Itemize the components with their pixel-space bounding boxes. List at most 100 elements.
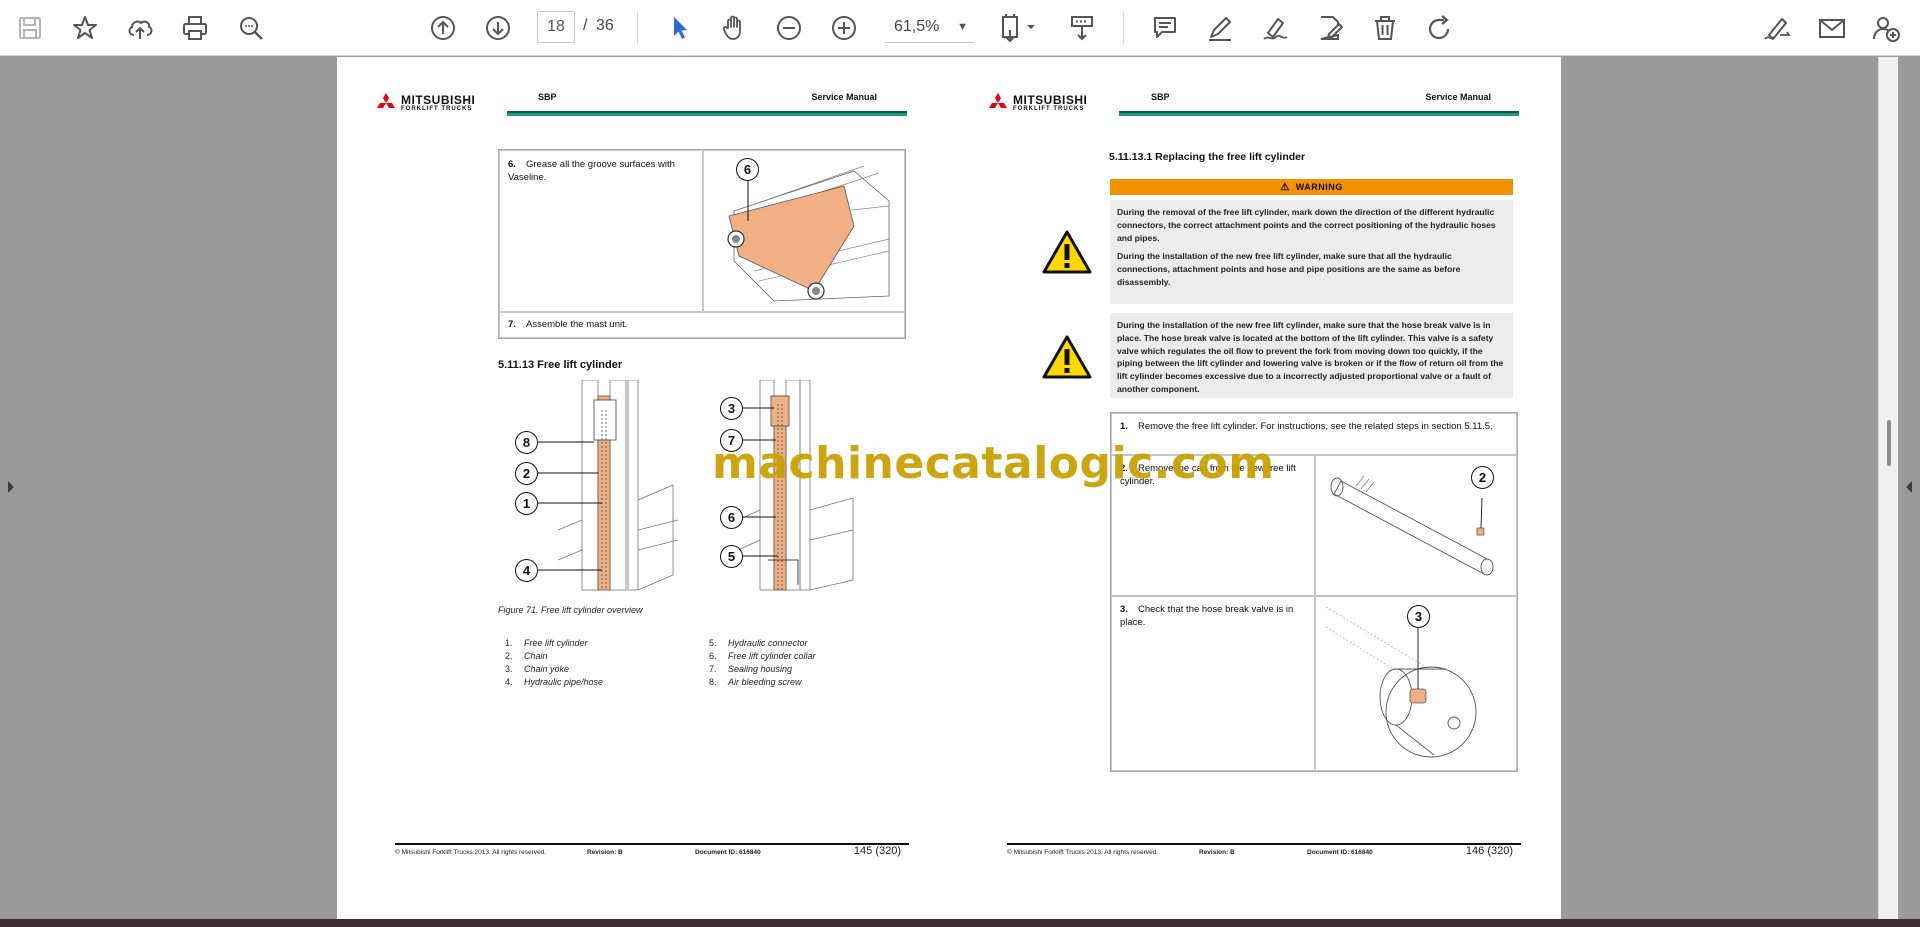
legend-item: 2. Chain xyxy=(505,651,548,661)
step-6: 6. Grease all the groove surfaces with Va… xyxy=(508,159,675,183)
step-3-figure-cell: 3 xyxy=(1315,596,1517,771)
figure-caption: Figure 71. Free lift cylinder overview xyxy=(498,605,643,615)
toolbar-divider xyxy=(1123,12,1124,44)
zoom-out-icon[interactable] xyxy=(769,8,809,48)
document-viewport[interactable]: MITSUBISHI FORKLIFT TRUCKS SBP Service M… xyxy=(0,57,1920,919)
step-2-figure-cell: 2 xyxy=(1315,455,1517,596)
zoom-in-icon[interactable] xyxy=(824,8,864,48)
figure-callout: 3 xyxy=(1407,605,1430,628)
mast-groove-figure xyxy=(727,165,890,302)
footer-rule xyxy=(1007,843,1521,845)
footer-revision: Revision: B xyxy=(1199,849,1235,856)
page-separator: / xyxy=(583,17,588,34)
page-number-input[interactable] xyxy=(537,11,575,43)
step-7: 7. Assemble the mast unit. xyxy=(508,319,628,330)
vertical-scrollbar[interactable] xyxy=(1878,57,1898,919)
footer-document-id: Document ID: 616840 xyxy=(1307,849,1373,856)
zoom-search-icon[interactable] xyxy=(231,8,271,48)
header-rule xyxy=(507,111,907,116)
step-table: 6. Grease all the groove surfaces with Va… xyxy=(498,149,906,339)
figure-callout: 6 xyxy=(736,158,759,181)
footer-copyright: © Mitsubishi Forklift Trucks 2013. All r… xyxy=(395,849,547,856)
footer-rule xyxy=(395,843,909,845)
legend-item: 3. Chain yoke xyxy=(505,664,570,674)
header-model: SBP xyxy=(1151,92,1170,102)
page-down-icon[interactable] xyxy=(478,8,518,48)
section-heading: 5.11.13.1 Replacing the free lift cylind… xyxy=(1109,151,1306,163)
step-3-text-cell: 3. Check that the hose break valve is in … xyxy=(1111,596,1315,771)
toolbar-divider xyxy=(637,12,638,44)
page-total: 36 xyxy=(596,17,614,34)
footer-page-number: 145 (320) xyxy=(853,845,901,857)
warning-text: During the installation of the new free … xyxy=(1117,320,1504,394)
header-rule xyxy=(1119,111,1519,116)
legend-item: 7. Sealing housing xyxy=(709,664,793,674)
zoom-value: 61,5% xyxy=(894,17,940,35)
add-user-icon[interactable] xyxy=(1866,8,1906,48)
draw-pen-icon[interactable] xyxy=(1255,8,1295,48)
legend-item: 5. Hydraulic connector xyxy=(709,638,808,648)
mitsubishi-logo: MITSUBISHI FORKLIFT TRUCKS xyxy=(375,93,475,113)
logo-main-text: MITSUBISHI xyxy=(401,93,476,107)
taskbar-strip xyxy=(0,919,1920,927)
legend-item: 4. Hydraulic pipe/hose xyxy=(505,677,604,687)
save-icon[interactable] xyxy=(10,8,50,48)
highlight-pen-icon[interactable] xyxy=(1200,8,1240,48)
step-6-text-cell: 6. Grease all the groove surfaces with Va… xyxy=(499,150,703,312)
scroll-mode-icon[interactable] xyxy=(1062,8,1102,48)
figure-callout: 6 xyxy=(720,506,743,529)
step-1: 1. Remove the free lift cylinder. For ins… xyxy=(1120,421,1493,432)
warning-banner: ⚠ WARNING xyxy=(1110,179,1513,195)
legend-item: 8. Air bleeding screw xyxy=(709,677,802,687)
figure-callout: 8 xyxy=(515,431,538,454)
logo-sub-text: FORKLIFT TRUCKS xyxy=(401,106,473,112)
header-title: Service Manual xyxy=(811,92,877,102)
footer-page-number: 146 (320) xyxy=(1465,845,1513,857)
edit-page-icon[interactable] xyxy=(1310,8,1350,48)
step-7-cell: 7. Assemble the mast unit. xyxy=(499,312,905,338)
footer-document-id: Document ID: 616840 xyxy=(695,849,761,856)
logo-sub-text: FORKLIFT TRUCKS xyxy=(1013,106,1085,112)
mail-icon[interactable] xyxy=(1812,8,1852,48)
comment-icon[interactable] xyxy=(1145,8,1185,48)
expand-right-panel-icon[interactable] xyxy=(1902,475,1916,499)
warning-sign-icon xyxy=(1042,230,1092,274)
collapse-left-panel-icon[interactable] xyxy=(4,475,18,499)
mitsubishi-diamonds-icon xyxy=(989,93,1007,108)
figure-callout: 2 xyxy=(1471,466,1494,489)
select-cursor-icon[interactable] xyxy=(659,8,699,48)
mitsubishi-logo: MITSUBISHI FORKLIFT TRUCKS xyxy=(987,93,1087,113)
warning-triangle-icon: ⚠ xyxy=(1280,181,1290,193)
figure-callout: 4 xyxy=(515,559,538,582)
chevron-down-icon: ▼ xyxy=(957,20,968,33)
warning-text: During the removal of the free lift cyli… xyxy=(1117,207,1496,243)
scrollbar-thumb[interactable] xyxy=(1887,420,1891,466)
mitsubishi-diamonds-icon xyxy=(377,93,395,108)
page-up-icon[interactable] xyxy=(423,8,463,48)
legend-item: 6. Free lift cylinder collar xyxy=(709,651,816,661)
logo-main-text: MITSUBISHI xyxy=(1013,93,1088,107)
header-model: SBP xyxy=(538,92,557,102)
figure-callout: 1 xyxy=(515,492,538,515)
print-icon[interactable] xyxy=(175,8,215,48)
header-title: Service Manual xyxy=(1425,92,1491,102)
zoom-select[interactable]: 61,5% ▼ xyxy=(884,11,974,43)
bookmark-star-icon[interactable] xyxy=(65,8,105,48)
sign-icon[interactable] xyxy=(1757,8,1797,48)
step-6-figure-cell: 6 xyxy=(703,150,905,312)
section-heading: 5.11.13 Free lift cylinder xyxy=(498,359,623,371)
upload-cloud-icon[interactable] xyxy=(120,8,160,48)
legend-item: 1. Free lift cylinder xyxy=(505,638,588,648)
figure-callout: 2 xyxy=(515,462,538,485)
warning-box: During the installation of the new free … xyxy=(1110,313,1513,398)
footer-revision: Revision: B xyxy=(587,849,623,856)
page-fit-icon[interactable] xyxy=(994,8,1044,48)
warning-sign-icon xyxy=(1042,335,1092,379)
rotate-icon[interactable] xyxy=(1420,8,1460,48)
trash-icon[interactable] xyxy=(1365,8,1405,48)
toolbar: / 36 61,5% ▼ xyxy=(0,0,1920,56)
footer-copyright: © Mitsubishi Forklift Trucks 2013. All r… xyxy=(1007,849,1159,856)
warning-box: During the removal of the free lift cyli… xyxy=(1110,200,1513,304)
hand-tool-icon[interactable] xyxy=(714,8,754,48)
step-3: 3. Check that the hose break valve is in … xyxy=(1120,604,1294,628)
